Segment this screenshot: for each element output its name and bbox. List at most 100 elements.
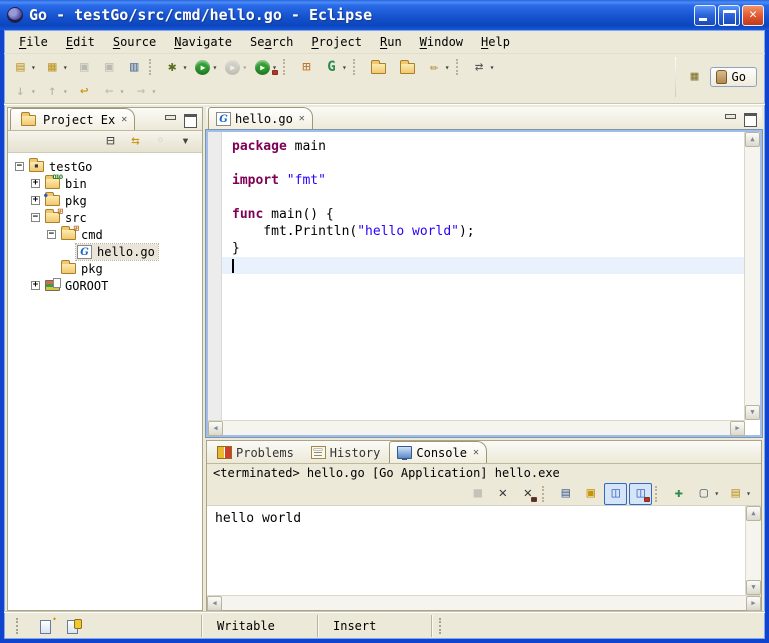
remove-launch-button[interactable]: ✕ [491, 483, 514, 505]
maximize-button[interactable] [718, 5, 740, 26]
scroll-left-icon[interactable]: ◀ [208, 421, 223, 436]
maximize-editor-button[interactable] [742, 111, 758, 125]
scroll-right-icon[interactable]: ▶ [746, 596, 761, 611]
collapse-icon[interactable]: − [15, 162, 24, 171]
expand-icon[interactable]: + [31, 281, 40, 290]
open-console-button[interactable]: ▤▾ [724, 483, 754, 505]
maximize-view-button[interactable] [182, 112, 198, 126]
scroll-up-icon[interactable]: ▲ [745, 132, 760, 147]
display-console-button[interactable]: ▢▾ [692, 483, 722, 505]
new-go-package-button[interactable]: ⊞ [295, 56, 318, 78]
statusbar-grip[interactable] [16, 618, 22, 634]
project-explorer-icon [21, 115, 36, 126]
link-with-editor-button[interactable]: ⇆ [124, 131, 147, 153]
code-token: fmt.Println( [232, 224, 357, 239]
debug-button[interactable]: ✱▾ [161, 56, 191, 78]
scroll-lock-button[interactable]: ▣ [579, 483, 602, 505]
editor-gutter[interactable] [208, 132, 222, 435]
menu-search[interactable]: Search [241, 33, 302, 51]
minimize-button[interactable] [694, 5, 716, 26]
console-vertical-scrollbar[interactable]: ▲ ▼ [745, 506, 761, 595]
editor-horizontal-scrollbar[interactable]: ◀ ▶ [208, 420, 745, 435]
tab-console[interactable]: Console✕ [389, 441, 487, 463]
pin-console-button[interactable]: ✚ [667, 483, 690, 505]
tree-item-cmd[interactable]: −⊞cmd [8, 226, 202, 243]
tree-item-bin[interactable]: +010bin [8, 175, 202, 192]
tree-item-src[interactable]: −⊞src [8, 209, 202, 226]
scroll-up-icon[interactable]: ▲ [746, 506, 761, 521]
open-go-element-button[interactable] [365, 56, 392, 78]
menu-help[interactable]: Help [472, 33, 519, 51]
close-tab-icon[interactable]: ✕ [473, 447, 479, 458]
open-perspective-button[interactable]: ▦ [685, 67, 705, 87]
code-line[interactable]: package main [232, 138, 744, 155]
tree-item-pkg[interactable]: pkg [8, 260, 202, 277]
scroll-right-icon[interactable]: ▶ [730, 421, 745, 436]
code-line[interactable]: } [232, 240, 744, 257]
console-output-text[interactable]: hello world [207, 506, 745, 595]
menu-navigate[interactable]: Navigate [165, 33, 241, 51]
fast-view-button[interactable] [38, 618, 55, 634]
collapse-all-button[interactable]: ⊟ [99, 131, 122, 153]
close-editor-icon[interactable]: ✕ [299, 113, 305, 124]
code-area[interactable]: package main import "fmt" func main() { fm… [222, 132, 744, 435]
menu-run[interactable]: Run [371, 33, 411, 51]
tree-item-GOROOT[interactable]: +GOROOT [8, 277, 202, 294]
tree-item-hello-go[interactable]: Ghello.go [8, 243, 202, 260]
tab-project-explorer[interactable]: Project Ex ✕ [10, 108, 135, 130]
tree-item-pkg[interactable]: +●pkg [8, 192, 202, 209]
code-line[interactable]: fmt.Println("hello world"); [232, 223, 744, 240]
collapse-all-button-icon: ⊟ [102, 133, 119, 150]
show-stderr-button[interactable]: ◫ [629, 483, 652, 505]
code-line[interactable] [232, 189, 744, 206]
menu-source[interactable]: Source [104, 33, 165, 51]
menu-file[interactable]: File [10, 33, 57, 51]
external-tools-button[interactable]: ▶▾ [252, 56, 280, 78]
tree-item-testGo[interactable]: −▪testGo [8, 158, 202, 175]
tab-history[interactable]: History [303, 441, 389, 463]
scroll-down-icon[interactable]: ▼ [746, 580, 761, 595]
new-project-button[interactable]: ▦▾ [41, 56, 71, 78]
last-edit-location-button[interactable]: ↩ [73, 80, 96, 102]
expand-icon[interactable]: + [31, 196, 40, 205]
project-explorer-toolbar: ⊟⇆◦▾ [8, 131, 202, 153]
search-button[interactable]: ✏▾ [423, 56, 453, 78]
minimize-editor-button[interactable] [722, 111, 738, 125]
tab-problems[interactable]: Problems [209, 441, 302, 463]
menu-project[interactable]: Project [302, 33, 371, 51]
scroll-left-icon[interactable]: ◀ [207, 596, 222, 611]
insert-mode-status: Insert [319, 612, 431, 639]
remove-all-launches-button[interactable]: ✕ [516, 483, 539, 505]
statusbar-grip[interactable] [439, 618, 445, 634]
dropdown-arrow-icon: ▾ [445, 63, 450, 72]
view-menu-button[interactable]: ▾ [174, 131, 197, 153]
collapse-icon[interactable]: − [47, 230, 56, 239]
close-tab-icon[interactable]: ✕ [121, 114, 127, 125]
code-line[interactable]: func main() { [232, 206, 744, 223]
tab-hello-go[interactable]: G hello.go ✕ [208, 107, 313, 129]
minimize-view-button[interactable] [162, 112, 178, 126]
code-line[interactable]: import "fmt" [232, 172, 744, 189]
show-stdout-button[interactable]: ◫ [604, 483, 627, 505]
new-go-file-button[interactable]: G▾ [320, 56, 350, 78]
go-perspective-button[interactable]: Go [710, 67, 757, 87]
editor-switch-button[interactable]: ⇄▾ [468, 56, 498, 78]
expand-icon[interactable]: + [31, 179, 40, 188]
menu-edit[interactable]: Edit [57, 33, 104, 51]
trim-stack-button[interactable] [65, 618, 82, 634]
new-wizard-button-icon: ▤ [12, 59, 29, 76]
scroll-down-icon[interactable]: ▼ [745, 405, 760, 420]
open-resource-button[interactable] [394, 56, 421, 78]
menu-window[interactable]: Window [411, 33, 472, 51]
run-button[interactable]: ▶▾ [192, 56, 220, 78]
close-button[interactable] [742, 5, 764, 26]
collapse-icon[interactable]: − [31, 213, 40, 222]
new-wizard-button[interactable]: ▤▾ [9, 56, 39, 78]
editor-vertical-scrollbar[interactable]: ▲ ▼ [744, 132, 760, 420]
console-horizontal-scrollbar[interactable]: ◀ ▶ [207, 595, 761, 610]
clear-console-button[interactable]: ▤ [554, 483, 577, 505]
code-line[interactable] [222, 257, 744, 274]
print-button[interactable]: ▥ [123, 56, 146, 78]
titlebar[interactable]: Go - testGo/src/cmd/hello.go - Eclipse [0, 0, 769, 30]
code-line[interactable] [232, 155, 744, 172]
